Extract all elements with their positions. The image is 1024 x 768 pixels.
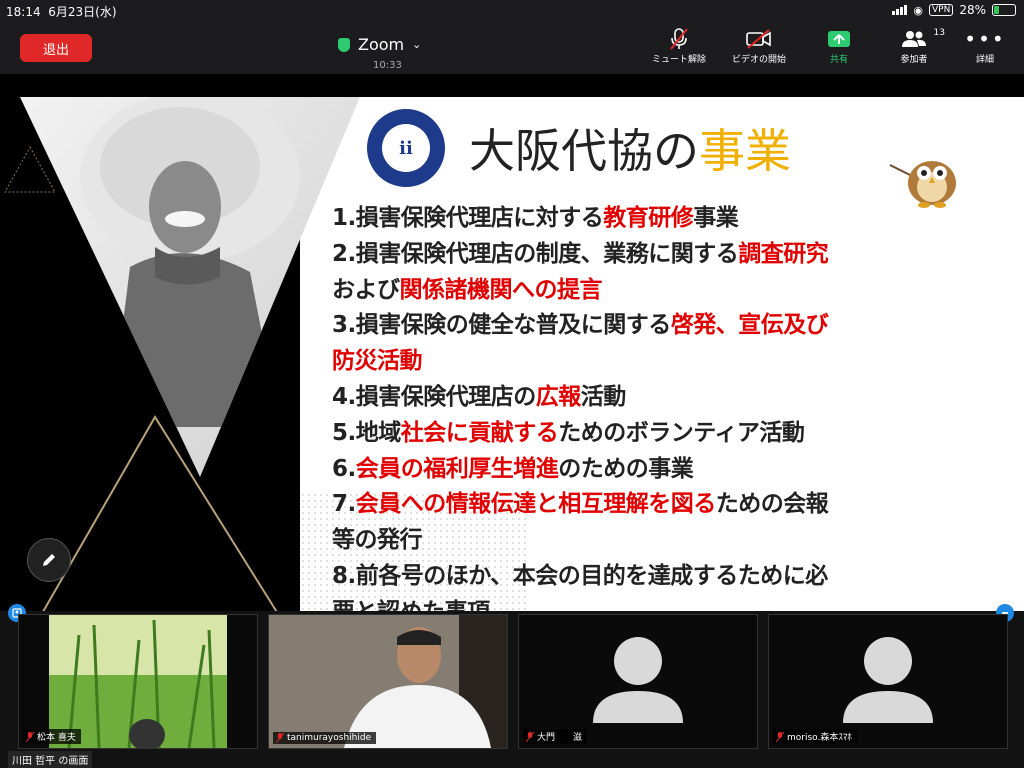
slide-list-line: および関係諸機関への提言 [332, 273, 1012, 309]
participant-name-label: moriso.森本ｽﾏﾎ [773, 729, 857, 744]
wifi-icon: ◉ [913, 3, 923, 17]
annotate-button[interactable] [27, 538, 71, 582]
default-avatar-icon [593, 637, 683, 723]
status-bar: 18:14 6月23日(水) ◉ VPN 28% [0, 0, 1024, 22]
screen-share-owner-label: 川田 哲平 の画面 [8, 751, 93, 768]
highlighted-text: 会員への情報伝達と相互理解を図る [355, 491, 717, 518]
participant-name-label: 松本 喜夫 [23, 729, 81, 744]
mic-muted-icon [525, 731, 535, 742]
slide-list-line: 4.損害保険代理店の広報活動 [332, 380, 1012, 416]
highlighted-text: 調査研究 [738, 240, 829, 267]
start-video-button[interactable]: ビデオの開始 [724, 26, 794, 65]
list-text: 4.損害保険代理店の [332, 383, 536, 410]
slide-list-line: 等の発行 [332, 523, 1012, 559]
owl-mascot-icon [889, 161, 956, 208]
list-text: 7. [332, 491, 356, 518]
video-off-icon [724, 26, 794, 52]
slide-list-line: 防災活動 [332, 344, 1012, 380]
battery-percent: 28% [959, 3, 986, 17]
highlighted-text: 教育研修 [603, 205, 694, 231]
participant-count: 13 [933, 28, 945, 38]
meeting-toolbar: 退出 Zoom ⌄ 10:33 ミュート解除 ビデオの開始 共有 13 参加者 … [0, 22, 1024, 74]
participant-tile[interactable]: moriso.森本ｽﾏﾎ [768, 614, 1008, 749]
mic-muted-icon [275, 732, 285, 744]
business-items-list: 1.損害保険代理店に対する教育研修事業 2.損害保険代理店の制度、業務に関する調査… [332, 201, 1012, 611]
participants-label: 参加者 [900, 55, 928, 65]
mic-off-icon [644, 26, 714, 52]
list-text: 8.前各号のほか、本会の目的を達成するために必 [332, 562, 828, 589]
participant-tile[interactable]: 大門 滋 [518, 614, 758, 749]
list-text: 6. [332, 455, 356, 482]
more-label: 詳細 [975, 55, 994, 65]
participant-name-label: 大門 滋 [523, 729, 588, 744]
default-avatar-icon [843, 637, 933, 723]
list-text: 3.損害保険の健全な普及に関する [332, 312, 671, 339]
list-text: 1.損害保険代理店に対する [332, 205, 604, 231]
meeting-duration: 10:33 [373, 60, 402, 71]
participant-video [269, 615, 507, 748]
slide-list-line: 2.損害保険代理店の制度、業務に関する調査研究 [332, 237, 1012, 273]
share-icon [804, 26, 874, 52]
unmute-button[interactable]: ミュート解除 [644, 26, 714, 65]
app-title: Zoom [358, 35, 405, 54]
more-icon: ••• [964, 27, 1006, 51]
decorative-triangle-outline [42, 415, 278, 611]
participant-name-label: tanimurayoshihide [273, 732, 377, 744]
association-logo: ii [367, 109, 445, 187]
slide-header: ii 大阪代協の事業 [367, 109, 791, 187]
participant-tile[interactable]: 松本 喜夫 [18, 614, 258, 749]
more-button[interactable]: ••• 詳細 [950, 26, 1020, 65]
share-label: 共有 [829, 55, 848, 65]
slide-list-line: 3.損害保険の健全な普及に関する啓発、宣伝及び [332, 308, 1012, 344]
participant-tile[interactable]: tanimurayoshihide [268, 614, 508, 749]
shield-icon [338, 37, 350, 52]
meeting-info[interactable]: Zoom ⌄ [338, 35, 421, 54]
status-time: 18:14 6月23日(水) [6, 5, 117, 19]
share-button[interactable]: 共有 [804, 26, 874, 65]
participants-button[interactable]: 13 参加者 [879, 26, 949, 65]
list-text: 等の発行 [332, 527, 423, 554]
highlighted-text: 社会に貢献する [400, 419, 559, 446]
unmute-label: ミュート解除 [651, 55, 706, 65]
highlighted-text: 関係諸機関への提言 [399, 276, 603, 303]
start-video-label: ビデオの開始 [731, 55, 786, 65]
list-text: 5.地域 [332, 419, 401, 446]
slide-title: 大阪代協の事業 [469, 124, 791, 178]
slide-list-line: 8.前各号のほか、本会の目的を達成するために必 [332, 559, 1012, 595]
list-text: 要と認めた事項 [332, 599, 490, 611]
list-text: 2.損害保険代理店の制度、業務に関する [332, 240, 739, 267]
slide-list-line: 7.会員への情報伝達と相互理解を図るための会報 [332, 487, 1012, 523]
battery-icon [992, 4, 1016, 16]
highlighted-text: 防災活動 [332, 348, 423, 375]
vpn-badge: VPN [929, 4, 954, 16]
chevron-down-icon: ⌄ [412, 38, 422, 51]
leave-button[interactable]: 退出 [20, 34, 92, 62]
decorative-triangle-small [4, 145, 56, 193]
mic-muted-icon [775, 731, 785, 742]
list-text: ためのボランティア活動 [558, 419, 805, 446]
list-text: 事業 [693, 205, 739, 231]
list-text: および [332, 276, 400, 303]
slide-list-line: 要と認めた事項 [332, 595, 1012, 611]
slide-list-line: 1.損害保険代理店に対する教育研修事業 [332, 201, 1012, 237]
pencil-icon [43, 554, 55, 566]
list-text: ための会報 [715, 491, 829, 518]
slide-list-line: 5.地域社会に貢献するためのボランティア活動 [332, 416, 1012, 452]
highlighted-text: 広報 [535, 383, 582, 410]
highlighted-text: 啓発、宣伝及び [670, 312, 829, 339]
mic-muted-icon [25, 731, 35, 742]
list-text: のための事業 [558, 455, 694, 482]
highlighted-text: 会員の福利厚生増進 [355, 455, 559, 482]
signal-icon [892, 5, 908, 15]
shared-screen: ii 大阪代協の事業 1.損害保険代理店に対する教育研修事業 2.損害保険代理店の… [0, 97, 1024, 611]
list-text: 活動 [580, 383, 627, 410]
slide-list-line: 6.会員の福利厚生増進のための事業 [332, 452, 1012, 488]
